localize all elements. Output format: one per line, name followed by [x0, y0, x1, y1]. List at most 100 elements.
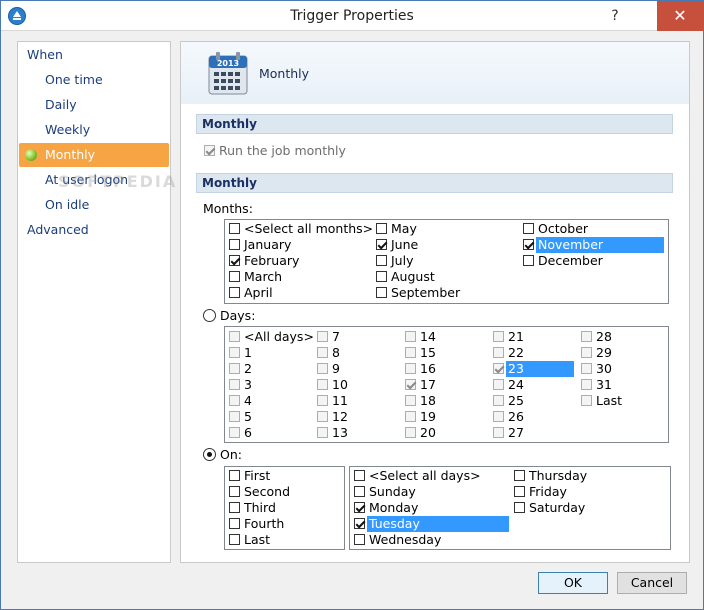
- day-item[interactable]: 20: [402, 425, 488, 441]
- help-button[interactable]: ?: [601, 1, 629, 31]
- title-bar[interactable]: Trigger Properties ? ✕: [1, 1, 703, 31]
- month-item[interactable]: March: [226, 269, 372, 285]
- day-item[interactable]: 29: [578, 345, 664, 361]
- weekday-list[interactable]: <Select all days> Sunday Monday Tuesday Wedn…: [349, 466, 671, 550]
- month-item-label: February: [244, 253, 300, 268]
- sidebar-item-monthly[interactable]: Monthly: [19, 143, 169, 167]
- occurrence-item[interactable]: Second: [226, 484, 342, 500]
- month-item[interactable]: December: [520, 253, 666, 269]
- checkbox-mark: [405, 395, 416, 406]
- month-item[interactable]: August: [373, 269, 519, 285]
- checkbox-mark: [229, 534, 240, 545]
- weekday-item[interactable]: Saturday: [511, 500, 671, 516]
- weekday-item[interactable]: Friday: [511, 484, 671, 500]
- weekday-item[interactable]: Tuesday: [351, 516, 511, 532]
- day-item[interactable]: 21: [490, 329, 576, 345]
- days-radio[interactable]: [203, 309, 216, 322]
- cancel-button[interactable]: Cancel: [617, 572, 687, 594]
- close-button[interactable]: ✕: [657, 1, 703, 31]
- day-item[interactable]: 1: [226, 345, 312, 361]
- checkbox-mark: [405, 379, 416, 390]
- day-item[interactable]: 4: [226, 393, 312, 409]
- occurrence-list[interactable]: First Second Third Fourth Last: [224, 466, 345, 550]
- day-item[interactable]: 23: [490, 361, 576, 377]
- day-item[interactable]: 15: [402, 345, 488, 361]
- sidebar-item-label: Advanced: [27, 222, 89, 237]
- sidebar-item-label: On idle: [45, 197, 90, 212]
- month-item[interactable]: September: [373, 285, 519, 301]
- sidebar-item-one-time[interactable]: One time: [45, 68, 165, 92]
- day-item[interactable]: 2: [226, 361, 312, 377]
- day-item[interactable]: Last: [578, 393, 664, 409]
- weekday-item[interactable]: Wednesday: [351, 532, 511, 548]
- day-item[interactable]: 18: [402, 393, 488, 409]
- checkbox-mark: [229, 271, 240, 282]
- day-item[interactable]: 19: [402, 409, 488, 425]
- day-item[interactable]: 28: [578, 329, 664, 345]
- month-item[interactable]: July: [373, 253, 519, 269]
- day-item[interactable]: 13: [314, 425, 400, 441]
- month-item[interactable]: February: [226, 253, 372, 269]
- day-item-label: 4: [244, 393, 252, 408]
- content-panel: 2013 Monthly Monthly Run the job monthly…: [180, 41, 690, 563]
- day-item[interactable]: 3: [226, 377, 312, 393]
- month-item[interactable]: January: [226, 237, 372, 253]
- day-item[interactable]: 30: [578, 361, 664, 377]
- day-item[interactable]: 14: [402, 329, 488, 345]
- day-item[interactable]: 5: [226, 409, 312, 425]
- day-item[interactable]: 8: [314, 345, 400, 361]
- checkbox-mark: [229, 411, 240, 422]
- checkbox-mark: [523, 255, 534, 266]
- day-item[interactable]: <All days>: [226, 329, 314, 345]
- weekday-item[interactable]: Thursday: [511, 468, 671, 484]
- section-header-monthly-options: Monthly: [196, 173, 673, 193]
- ok-button[interactable]: OK: [538, 572, 608, 594]
- occurrence-item[interactable]: Fourth: [226, 516, 342, 532]
- sidebar-item-label: Daily: [45, 97, 77, 112]
- month-item[interactable]: April: [226, 285, 372, 301]
- day-item[interactable]: 9: [314, 361, 400, 377]
- month-item[interactable]: June: [373, 237, 519, 253]
- day-item[interactable]: 10: [314, 377, 400, 393]
- sidebar-item-weekly[interactable]: Weekly: [45, 118, 165, 142]
- weekday-item-label: Monday: [369, 500, 419, 515]
- days-list[interactable]: <All days> 1 2 3 4 5 6 7 8 9 10 11 12 13 14 15 16 17 18 19 2…: [224, 326, 669, 443]
- day-item[interactable]: 27: [490, 425, 576, 441]
- month-item[interactable]: <Select all months>: [226, 221, 373, 237]
- weekday-item[interactable]: Sunday: [351, 484, 511, 500]
- sidebar-item-on-idle[interactable]: On idle: [45, 193, 165, 217]
- day-item-label: 8: [332, 345, 340, 360]
- occurrence-item[interactable]: First: [226, 468, 342, 484]
- day-item[interactable]: 26: [490, 409, 576, 425]
- day-item[interactable]: 24: [490, 377, 576, 393]
- sidebar-item-advanced[interactable]: Advanced: [27, 218, 167, 242]
- day-item[interactable]: 7: [314, 329, 400, 345]
- sidebar-item-when[interactable]: When: [27, 43, 167, 67]
- weekday-item[interactable]: Monday: [351, 500, 511, 516]
- day-item[interactable]: 11: [314, 393, 400, 409]
- day-item[interactable]: 16: [402, 361, 488, 377]
- sidebar-item-label: Monthly: [45, 147, 96, 162]
- checkbox-mark: [317, 363, 328, 374]
- weekday-item[interactable]: <Select all days>: [351, 468, 511, 484]
- month-item[interactable]: October: [520, 221, 666, 237]
- month-item[interactable]: May: [373, 221, 519, 237]
- occurrence-item[interactable]: Third: [226, 500, 342, 516]
- days-label: Days:: [220, 308, 256, 323]
- day-item[interactable]: 6: [226, 425, 312, 441]
- checkbox-mark: [405, 411, 416, 422]
- day-item[interactable]: 31: [578, 377, 664, 393]
- day-item[interactable]: 12: [314, 409, 400, 425]
- sidebar-item-daily[interactable]: Daily: [45, 93, 165, 117]
- day-item[interactable]: 17: [402, 377, 488, 393]
- day-item[interactable]: 22: [490, 345, 576, 361]
- day-item[interactable]: 25: [490, 393, 576, 409]
- occurrence-item[interactable]: Last: [226, 532, 342, 548]
- month-item[interactable]: November: [520, 237, 666, 253]
- on-radio[interactable]: [203, 448, 216, 461]
- day-item-label: 13: [332, 425, 348, 440]
- day-item-label: 19: [420, 409, 436, 424]
- months-list[interactable]: <Select all months> January February March A…: [224, 219, 669, 304]
- run-monthly-checkbox[interactable]: Run the job monthly: [201, 143, 401, 159]
- checkbox-mark: [229, 239, 240, 250]
